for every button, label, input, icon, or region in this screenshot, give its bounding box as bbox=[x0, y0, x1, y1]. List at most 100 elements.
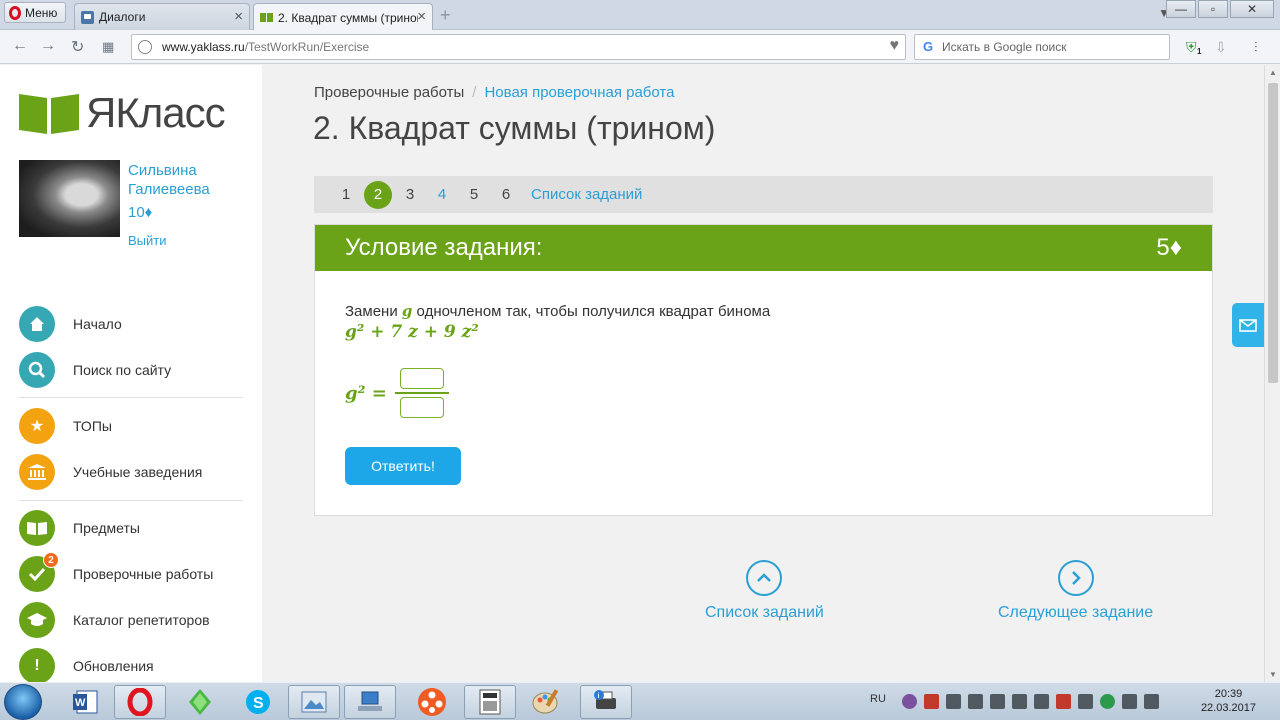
building-icon bbox=[19, 454, 55, 490]
notification-badge: 2 bbox=[43, 552, 59, 568]
tab-close-icon[interactable]: × bbox=[417, 8, 426, 25]
breadcrumb-current-link[interactable]: Новая проверочная работа bbox=[484, 84, 674, 101]
flag-tray-icon[interactable] bbox=[946, 694, 961, 709]
sidebar-item-label: ТОПы bbox=[73, 418, 112, 434]
denominator-input[interactable] bbox=[399, 397, 444, 418]
next-task-nav[interactable]: Следующее задание bbox=[998, 560, 1153, 622]
opera-taskbar-icon[interactable] bbox=[114, 685, 166, 719]
tray-app-icon[interactable] bbox=[1034, 694, 1049, 709]
tab-close-icon[interactable]: × bbox=[234, 8, 243, 25]
network-taskbar-icon[interactable] bbox=[344, 685, 396, 719]
mcafee-tray-icon[interactable] bbox=[924, 694, 939, 709]
scroll-down-icon[interactable]: ▼ bbox=[1269, 670, 1277, 679]
yaklass-logo[interactable]: ЯКласс bbox=[19, 89, 226, 137]
maximize-icon[interactable]: ▫ bbox=[1198, 0, 1228, 18]
printer-taskbar-icon[interactable]: i bbox=[580, 685, 632, 719]
clock[interactable]: 20:39 22.03.2017 bbox=[1201, 687, 1256, 715]
exclamation-icon: ! bbox=[19, 648, 55, 682]
pager-item-5[interactable]: 5 bbox=[458, 186, 490, 203]
easy-setup-icon[interactable]: ⫶ bbox=[1254, 39, 1258, 56]
clock-time: 20:39 bbox=[1214, 688, 1243, 700]
chevron-right-icon bbox=[1057, 560, 1094, 596]
task-list-nav-label: Список заданий bbox=[705, 604, 824, 621]
sidebar-item-tests[interactable]: 2 Проверочные работы bbox=[19, 552, 213, 592]
viber-tray-icon[interactable] bbox=[902, 694, 917, 709]
sidebar-item-home[interactable]: Начало bbox=[19, 306, 122, 342]
book-icon bbox=[19, 510, 55, 546]
tray-app-icon[interactable] bbox=[1012, 694, 1027, 709]
feedback-mail-button[interactable] bbox=[1232, 303, 1264, 347]
speed-dial-icon[interactable]: ▦ bbox=[102, 39, 114, 55]
globe-icon bbox=[138, 40, 152, 54]
reload-icon[interactable]: ↻ bbox=[71, 37, 84, 57]
scroll-up-icon[interactable]: ▲ bbox=[1269, 68, 1277, 77]
system-tray-icons bbox=[902, 694, 1159, 709]
page-scrollbar[interactable]: ▲ ▼ bbox=[1264, 65, 1280, 682]
signal-tray-icon[interactable] bbox=[1078, 694, 1093, 709]
sidebar-item-label: Начало bbox=[73, 316, 122, 332]
edge-tray-icon[interactable] bbox=[1100, 694, 1115, 709]
sidebar-item-subjects[interactable]: Предметы bbox=[19, 510, 140, 546]
tray-app-icon[interactable] bbox=[990, 694, 1005, 709]
bookmark-heart-icon[interactable]: ♥ bbox=[890, 37, 900, 55]
sidebar-item-tops[interactable]: ★ ТОПы bbox=[19, 408, 112, 444]
pager-item-2-current[interactable]: 2 bbox=[364, 180, 392, 209]
download-icon[interactable]: ⇩ bbox=[1215, 39, 1227, 56]
google-icon: G bbox=[923, 39, 934, 54]
battery-tray-icon[interactable] bbox=[1122, 694, 1137, 709]
tab-dialogs[interactable]: Диалоги × bbox=[74, 3, 250, 30]
yaklass-favicon-icon bbox=[260, 13, 273, 22]
sims-taskbar-icon[interactable] bbox=[174, 685, 226, 719]
url-host: www.yaklass.ru bbox=[162, 40, 245, 54]
paint-taskbar-icon[interactable] bbox=[520, 685, 572, 719]
graduation-cap-icon bbox=[19, 602, 55, 638]
pager-item-4[interactable]: 4 bbox=[426, 186, 458, 203]
start-button[interactable] bbox=[4, 684, 42, 720]
answer-button[interactable]: Ответить! bbox=[345, 447, 461, 485]
numerator-input[interactable] bbox=[399, 368, 444, 389]
pager-task-list-link[interactable]: Список заданий bbox=[531, 186, 642, 203]
task-pager: 1 2 3 4 5 6 Список заданий bbox=[314, 176, 1213, 213]
pager-item-1[interactable]: 1 bbox=[330, 186, 362, 203]
calculator-taskbar-icon[interactable] bbox=[464, 685, 516, 719]
minimize-icon[interactable]: — bbox=[1166, 0, 1196, 18]
task-header: Условие задания: 5♦ bbox=[315, 225, 1212, 271]
pager-item-3[interactable]: 3 bbox=[394, 186, 426, 203]
word-taskbar-icon[interactable]: W bbox=[60, 685, 112, 719]
logout-link[interactable]: Выйти bbox=[128, 233, 167, 248]
new-tab-icon[interactable]: + bbox=[440, 5, 451, 26]
tray-app-icon[interactable] bbox=[1056, 694, 1071, 709]
volume-tray-icon[interactable] bbox=[1144, 694, 1159, 709]
photo-viewer-taskbar-icon[interactable] bbox=[288, 685, 340, 719]
user-points: 10♦ bbox=[128, 204, 153, 221]
task-points: 5♦ bbox=[1156, 234, 1182, 261]
sidebar-item-schools[interactable]: Учебные заведения bbox=[19, 454, 202, 490]
opera-menu-button[interactable]: Меню bbox=[4, 2, 66, 23]
search-field[interactable]: G Искать в Google поиск bbox=[914, 34, 1170, 60]
breadcrumb-root-link[interactable]: Проверочные работы bbox=[314, 84, 464, 101]
task-list-nav[interactable]: Список заданий bbox=[705, 560, 824, 622]
sidebar-item-updates[interactable]: ! Обновления bbox=[19, 648, 154, 682]
language-indicator[interactable]: RU bbox=[870, 693, 886, 705]
tab-current-exercise[interactable]: 2. Квадрат суммы (трином × bbox=[253, 3, 433, 31]
tab-label: Диалоги bbox=[99, 10, 146, 24]
skype-taskbar-icon[interactable]: S bbox=[232, 685, 284, 719]
sidebar-item-tutors[interactable]: Каталог репетиторов bbox=[19, 602, 210, 638]
close-window-icon[interactable]: ✕ bbox=[1230, 0, 1274, 18]
address-toolbar: ← → ↻ ▦ www.yaklass.ru/TestWorkRun/Exerc… bbox=[0, 30, 1280, 64]
user-name-link[interactable]: Сильвина Галиевеева bbox=[128, 161, 248, 199]
back-icon[interactable]: ← bbox=[12, 37, 28, 55]
task-heading: Условие задания: bbox=[345, 234, 543, 261]
tray-app-icon[interactable] bbox=[968, 694, 983, 709]
avatar[interactable] bbox=[19, 160, 120, 237]
forward-icon[interactable]: → bbox=[40, 37, 56, 55]
sidebar-item-search[interactable]: Поиск по сайту bbox=[19, 352, 171, 388]
page: ЯКласс Сильвина Галиевеева 10♦ Выйти Нач… bbox=[0, 65, 1264, 682]
scroll-thumb[interactable] bbox=[1268, 83, 1278, 383]
pager-item-6[interactable]: 6 bbox=[490, 186, 522, 203]
adblock-shield-icon[interactable]: ⛨ bbox=[1186, 39, 1197, 56]
breadcrumb-separator: / bbox=[472, 84, 477, 101]
media-player-taskbar-icon[interactable] bbox=[406, 685, 458, 719]
next-task-nav-label: Следующее задание bbox=[998, 604, 1154, 621]
address-field[interactable]: www.yaklass.ru/TestWorkRun/Exercise ♥ bbox=[131, 34, 906, 60]
